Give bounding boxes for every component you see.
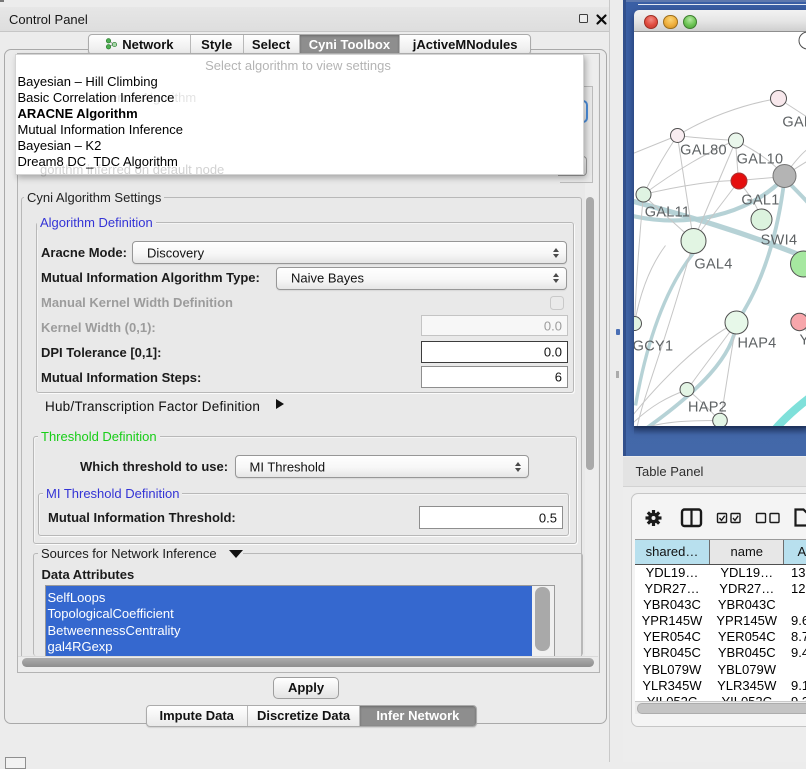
svg-text:GAL2: GAL2 bbox=[782, 114, 806, 130]
svg-text:GAL10: GAL10 bbox=[736, 151, 783, 167]
svg-text:YJ: YJ bbox=[799, 332, 806, 348]
svg-text:GAL11: GAL11 bbox=[644, 204, 690, 220]
svg-text:GAL1: GAL1 bbox=[741, 192, 779, 208]
svg-text:SWI4: SWI4 bbox=[760, 232, 797, 248]
svg-text:HAP2: HAP2 bbox=[687, 399, 726, 415]
svg-text:GAL4: GAL4 bbox=[694, 256, 732, 272]
svg-text:GCY1: GCY1 bbox=[634, 338, 673, 354]
svg-text:GAL80: GAL80 bbox=[680, 142, 727, 158]
svg-text:HAP4: HAP4 bbox=[737, 335, 776, 351]
